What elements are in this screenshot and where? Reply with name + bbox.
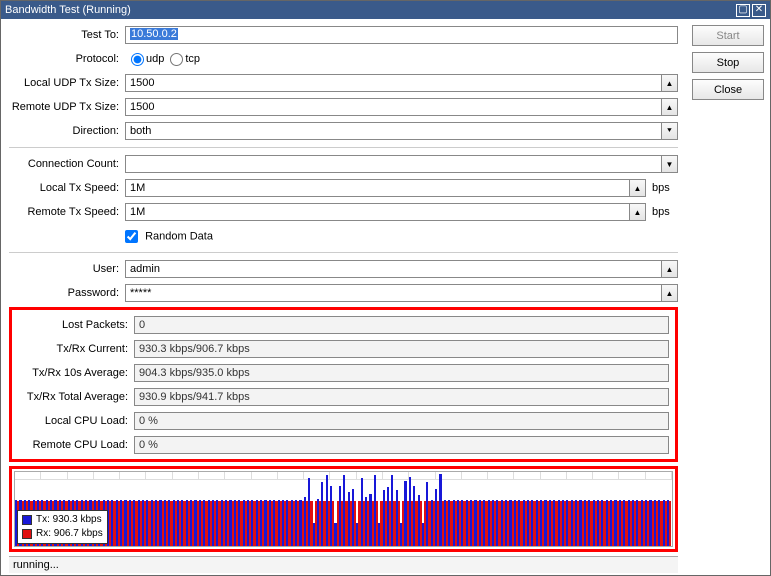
- bandwidth-test-window: Bandwidth Test (Running) ▢ ✕ Test To: 10…: [0, 0, 771, 576]
- local-cpu-value: [134, 412, 669, 430]
- legend-tx-swatch: [22, 515, 32, 525]
- bandwidth-chart: Tx: 930.3 kbps Rx: 906.7 kbps: [14, 471, 673, 547]
- status-bar: running...: [9, 556, 678, 573]
- label-password: Password:: [9, 287, 121, 299]
- random-data-checkbox[interactable]: [125, 230, 138, 243]
- dropdown-icon[interactable]: ⯆: [662, 122, 678, 140]
- txrx-total-value: [134, 388, 669, 406]
- label-direction: Direction:: [9, 125, 121, 137]
- radio-tcp-label: tcp: [185, 53, 200, 65]
- label-user: User:: [9, 263, 121, 275]
- label-remote-tx-speed: Remote Tx Speed:: [9, 206, 121, 218]
- label-txrx-10s: Tx/Rx 10s Average:: [18, 367, 130, 379]
- spin-up-icon[interactable]: ▲: [662, 98, 678, 116]
- local-tx-speed-input[interactable]: [125, 179, 630, 197]
- test-to-input[interactable]: 10.50.0.2: [125, 26, 678, 44]
- separator: [9, 147, 678, 148]
- unit-bps: bps: [650, 206, 678, 218]
- label-local-cpu: Local CPU Load:: [18, 415, 130, 427]
- spin-up-icon[interactable]: ▲: [662, 74, 678, 92]
- titlebar: Bandwidth Test (Running) ▢ ✕: [1, 1, 770, 19]
- unit-bps: bps: [650, 182, 678, 194]
- close-icon[interactable]: ✕: [752, 4, 766, 17]
- remote-cpu-value: [134, 436, 669, 454]
- separator: [9, 252, 678, 253]
- label-protocol: Protocol:: [9, 53, 121, 65]
- txrx-current-value: [134, 340, 669, 358]
- legend-rx-swatch: [22, 529, 32, 539]
- legend-rx-label: Rx: 906.7 kbps: [36, 527, 103, 541]
- window-title: Bandwidth Test (Running): [5, 4, 734, 16]
- random-data-label: Random Data: [145, 230, 213, 242]
- start-button[interactable]: Start: [692, 25, 764, 46]
- txrx-10s-value: [134, 364, 669, 382]
- chart-legend: Tx: 930.3 kbps Rx: 906.7 kbps: [17, 510, 108, 544]
- label-local-udp-tx: Local UDP Tx Size:: [9, 77, 121, 89]
- spin-up-icon[interactable]: ▲: [662, 284, 678, 302]
- stop-button[interactable]: Stop: [692, 52, 764, 73]
- radio-udp-label: udp: [146, 53, 164, 65]
- side-panel: Start Stop Close: [686, 19, 770, 575]
- label-lost-packets: Lost Packets:: [18, 319, 130, 331]
- label-txrx-current: Tx/Rx Current:: [18, 343, 130, 355]
- spin-up-icon[interactable]: ▲: [662, 260, 678, 278]
- window-body: Test To: 10.50.0.2 Protocol: udp tcp Loc…: [1, 19, 770, 575]
- chart-box: Tx: 930.3 kbps Rx: 906.7 kbps: [9, 466, 678, 552]
- conn-count-input[interactable]: [125, 155, 662, 173]
- radio-tcp[interactable]: [170, 53, 183, 66]
- stats-box: Lost Packets: Tx/Rx Current: Tx/Rx 10s A…: [9, 307, 678, 462]
- remote-tx-speed-input[interactable]: [125, 203, 630, 221]
- radio-udp[interactable]: [131, 53, 144, 66]
- label-remote-udp-tx: Remote UDP Tx Size:: [9, 101, 121, 113]
- label-local-tx-speed: Local Tx Speed:: [9, 182, 121, 194]
- direction-select[interactable]: [125, 122, 662, 140]
- password-input[interactable]: [125, 284, 662, 302]
- spin-up-icon[interactable]: ▲: [630, 203, 646, 221]
- spin-up-icon[interactable]: ▲: [630, 179, 646, 197]
- chart-bars: [15, 472, 672, 546]
- local-udp-tx-input[interactable]: [125, 74, 662, 92]
- dropdown-icon[interactable]: ▼: [662, 155, 678, 173]
- legend-tx-label: Tx: 930.3 kbps: [36, 513, 102, 527]
- label-test-to: Test To:: [9, 29, 121, 41]
- form-panel: Test To: 10.50.0.2 Protocol: udp tcp Loc…: [1, 19, 686, 575]
- lost-packets-value: [134, 316, 669, 334]
- remote-udp-tx-input[interactable]: [125, 98, 662, 116]
- label-remote-cpu: Remote CPU Load:: [18, 439, 130, 451]
- user-input[interactable]: [125, 260, 662, 278]
- label-txrx-total: Tx/Rx Total Average:: [18, 391, 130, 403]
- label-conn-count: Connection Count:: [9, 158, 121, 170]
- minimize-icon[interactable]: ▢: [736, 4, 750, 17]
- close-button[interactable]: Close: [692, 79, 764, 100]
